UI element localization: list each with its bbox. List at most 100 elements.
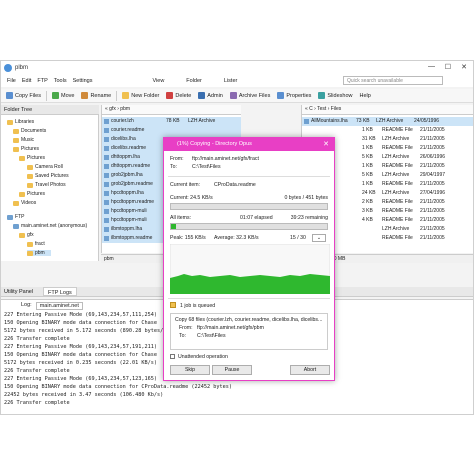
tree-node-documents[interactable]: Documents (13, 128, 46, 134)
slideshow-icon (318, 92, 326, 99)
archive-icon (104, 119, 109, 124)
document-icon (104, 200, 109, 205)
dialog-close-button[interactable]: ✕ (323, 138, 329, 151)
document-icon (104, 236, 109, 241)
menu-edit[interactable]: Edit (22, 78, 31, 84)
menu-bar: File Edit FTP Tools Settings View Folder… (1, 75, 473, 87)
copy-icon (6, 92, 13, 99)
tree-node-pictures-sub[interactable]: Pictures (19, 155, 45, 161)
to-value: C:\Test\Files (192, 164, 221, 170)
file-row[interactable]: courier.readme (102, 126, 241, 135)
tree-node-libraries[interactable]: Libraries (7, 119, 34, 125)
unattended-label: Unattended operation (178, 354, 228, 360)
menu-folder[interactable]: Folder (186, 78, 202, 84)
delete-icon (166, 92, 174, 99)
average-speed: Average: 32.3 KB/s (214, 235, 259, 241)
tree-node-pictures[interactable]: Pictures (13, 146, 39, 152)
document-icon (104, 182, 109, 187)
archive-files-button[interactable]: Archive Files (228, 90, 272, 101)
tree-node-camera-roll[interactable]: Camera Roll (27, 164, 63, 170)
tree-node-travel-photos[interactable]: Travel Photos (27, 182, 66, 188)
right-path-bar[interactable]: « C › Test › Files (302, 105, 473, 115)
tree-node-pbm[interactable]: pbm (27, 250, 51, 256)
toolbar: Copy Files Move Rename New Folder Delete… (1, 89, 473, 103)
folder-tree-header: Folder Tree (1, 105, 99, 115)
globe-icon (7, 214, 13, 220)
document-icon (104, 164, 109, 169)
tree-node-fract[interactable]: fract (27, 241, 45, 247)
copy-files-button[interactable]: Copy Files (4, 90, 43, 101)
log-source-select[interactable]: main.aminet.net (35, 302, 83, 310)
folder-icon (13, 200, 19, 206)
speed-graph (170, 244, 330, 294)
tree-node-music[interactable]: Music (13, 137, 34, 143)
file-row[interactable]: courier.lzh 78 KB LZH Archive (102, 117, 241, 126)
folder-icon (19, 232, 25, 238)
document-icon (104, 218, 109, 223)
log-line: 150 Opening BINARY mode data connection … (4, 352, 158, 358)
rename-button[interactable]: Rename (79, 90, 113, 101)
app-icon (4, 64, 12, 72)
queue-from-label: From: (179, 325, 193, 331)
log-label: Log: (21, 302, 32, 308)
toolbar-divider (116, 90, 118, 101)
file-row[interactable]: AllMountains.lha 73 KB LZH Archive 24/05/19… (302, 117, 473, 126)
graph-toggle[interactable]: ⌄ (312, 234, 326, 242)
queue-icon (170, 302, 176, 308)
shield-icon (198, 92, 206, 99)
archive-icon (104, 155, 109, 160)
quick-search-input[interactable]: Quick search unavailable (343, 76, 443, 85)
tree-node-saved-pictures[interactable]: Saved Pictures (27, 173, 69, 179)
close-button[interactable]: ✕ (461, 63, 467, 71)
tree-node-ftp[interactable]: FTP (7, 214, 24, 220)
left-path-bar[interactable]: « gfx › pbm (102, 105, 241, 115)
queue-list[interactable]: Copy 68 files (courier.lzh, courier.read… (170, 313, 328, 350)
help-button[interactable]: Help (358, 90, 373, 101)
from-value: ftp://main.aminet.net/gfx/fract (192, 156, 259, 162)
all-progress-bar (170, 223, 328, 230)
properties-button[interactable]: Properties (275, 90, 313, 101)
maximize-button[interactable]: ☐ (445, 63, 451, 71)
admin-button[interactable]: Admin (196, 90, 225, 101)
skip-button[interactable]: Skip (170, 365, 210, 375)
log-source-row: Log: main.aminet.net (21, 302, 83, 310)
archive-icon (104, 191, 109, 196)
dialog-title: (1%) Copying - Directory Opus (177, 141, 252, 147)
log-line: 226 Transfer complete (4, 400, 70, 406)
file-count: 15 / 30 (290, 235, 306, 241)
tree-node-gfx[interactable]: gfx (19, 232, 34, 238)
new-folder-button[interactable]: New Folder (120, 90, 161, 101)
document-icon (104, 128, 109, 133)
file-row[interactable]: 1 KB README File 21/11/2005 (302, 126, 473, 135)
archive-icon (104, 173, 109, 178)
move-button[interactable]: Move (50, 90, 76, 101)
folder-icon (27, 164, 33, 170)
delete-button[interactable]: Delete (164, 90, 193, 101)
to-label: To: (170, 164, 177, 170)
utility-panel-title: Utility Panel (4, 289, 34, 295)
menu-lister[interactable]: Lister (224, 78, 237, 84)
dialog-title-bar: (1%) Copying - Directory Opus ✕ (164, 138, 334, 151)
menu-settings[interactable]: Settings (73, 78, 93, 84)
unattended-checkbox[interactable] (170, 354, 175, 359)
tree-node-ftp-site[interactable]: main.aminet.net (anonymous) (13, 223, 87, 229)
tree-node-pictures-2[interactable]: Pictures (19, 191, 45, 197)
slideshow-button[interactable]: Slideshow (316, 90, 354, 101)
queue-item: Copy 68 files (courier.lzh, courier.read… (175, 317, 323, 323)
properties-icon (277, 92, 285, 99)
pause-button[interactable]: Pause (212, 365, 252, 375)
folder-icon (13, 146, 19, 152)
abort-button[interactable]: Abort (290, 365, 330, 375)
divider (168, 298, 330, 299)
log-line: 150 Opening BINARY mode data connection … (4, 384, 232, 390)
tree-node-videos[interactable]: Videos (13, 200, 36, 206)
all-progress-fill (171, 224, 176, 229)
folder-tree: Libraries Documents Music Pictures Pictu… (1, 115, 99, 261)
tab-ftp-logs[interactable]: FTP Logs (43, 287, 77, 296)
menu-file[interactable]: File (7, 78, 16, 84)
menu-ftp[interactable]: FTP (37, 78, 47, 84)
minimize-button[interactable]: — (428, 63, 435, 70)
menu-view[interactable]: View (152, 78, 164, 84)
toolbar-divider (45, 90, 47, 101)
menu-tools[interactable]: Tools (54, 78, 67, 84)
